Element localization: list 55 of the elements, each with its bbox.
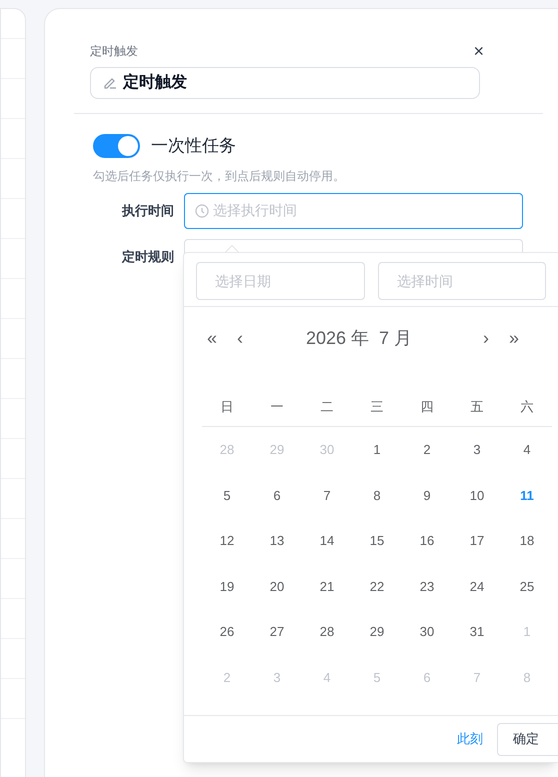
toggle-label: 一次性任务 xyxy=(151,135,236,157)
weekday-label: 五 xyxy=(470,398,484,416)
calendar-day[interactable]: 25 xyxy=(520,576,534,596)
calendar-day[interactable]: 6 xyxy=(273,486,281,506)
calendar-day[interactable]: 12 xyxy=(220,531,234,551)
toggle-switch[interactable] xyxy=(93,134,140,158)
confirm-button[interactable]: 确定 xyxy=(497,722,558,756)
calendar-day[interactable]: 8 xyxy=(373,486,381,506)
clock-icon xyxy=(195,204,209,218)
calendar-day[interactable]: 26 xyxy=(220,622,234,642)
calendar-day[interactable]: 20 xyxy=(270,576,284,596)
calendar-day[interactable]: 23 xyxy=(420,576,434,596)
name-field[interactable]: 定时触发 xyxy=(90,67,480,99)
weekday-label: 一 xyxy=(270,398,284,416)
calendar-day[interactable]: 1 xyxy=(373,440,381,460)
weekday-label: 日 xyxy=(220,398,234,416)
name-value: 定时触发 xyxy=(123,72,187,93)
calendar-day[interactable]: 14 xyxy=(320,531,334,551)
calendar-day[interactable]: 15 xyxy=(370,531,384,551)
calendar-day[interactable]: 28 xyxy=(320,622,334,642)
next-year-button[interactable]: » xyxy=(504,324,524,352)
calendar-day[interactable]: 17 xyxy=(470,531,484,551)
calendar-day[interactable]: 22 xyxy=(370,576,384,596)
calendar-day[interactable]: 7 xyxy=(323,486,331,506)
weekday-label: 三 xyxy=(370,398,384,416)
calendar-day[interactable]: 30 xyxy=(420,622,434,642)
calendar-day[interactable]: 9 xyxy=(423,486,431,506)
calendar-day[interactable]: 18 xyxy=(520,531,534,551)
calendar-day[interactable]: 4 xyxy=(523,440,531,460)
weekday-label: 二 xyxy=(320,398,334,416)
now-link[interactable]: 此刻 xyxy=(457,729,483,749)
pencil-icon xyxy=(103,76,117,90)
weekday-label: 四 xyxy=(420,398,434,416)
calendar-day[interactable]: 13 xyxy=(270,531,284,551)
previous-month-button[interactable]: ‹ xyxy=(230,324,250,352)
calendar-day[interactable]: 2 xyxy=(423,440,431,460)
calendar-day[interactable]: 31 xyxy=(470,622,484,642)
hint-text: 勾选后任务仅执行一次，到点后规则自动停用。 xyxy=(93,168,346,184)
calendar-day[interactable]: 19 xyxy=(220,576,234,596)
month-title: 2026 年 7 月 xyxy=(304,326,414,350)
calendar-day[interactable]: 21 xyxy=(320,576,334,596)
calendar-day[interactable]: 16 xyxy=(420,531,434,551)
previous-year-button[interactable]: « xyxy=(202,324,222,352)
calendar-day[interactable]: 10 xyxy=(470,486,484,506)
calendar-day[interactable]: 24 xyxy=(470,576,484,596)
field-label: 执行时间 xyxy=(120,202,175,220)
calendar-day[interactable]: 29 xyxy=(370,622,384,642)
calendar-day[interactable]: 3 xyxy=(473,440,481,460)
calendar-day[interactable]: 5 xyxy=(223,486,231,506)
next-month-button[interactable]: › xyxy=(476,324,496,352)
field-label: 定时规则 xyxy=(120,248,175,266)
weekday-label: 六 xyxy=(520,398,534,416)
calendar-day[interactable]: 27 xyxy=(270,622,284,642)
dialog-subtitle: 定时触发 xyxy=(90,43,138,60)
calendar-day[interactable]: 11 xyxy=(520,486,534,506)
